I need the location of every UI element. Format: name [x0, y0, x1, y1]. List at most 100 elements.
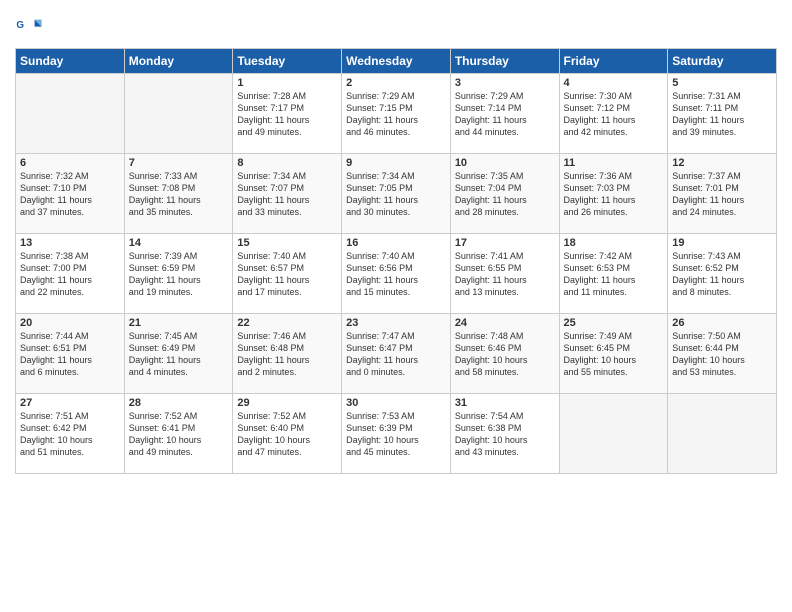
day-number: 5	[672, 77, 772, 89]
calendar-cell	[668, 394, 777, 474]
calendar-cell: 31Sunrise: 7:54 AM Sunset: 6:38 PM Dayli…	[450, 394, 559, 474]
calendar-cell: 9Sunrise: 7:34 AM Sunset: 7:05 PM Daylig…	[342, 154, 451, 234]
day-info: Sunrise: 7:39 AM Sunset: 6:59 PM Dayligh…	[129, 250, 229, 299]
calendar-cell: 1Sunrise: 7:28 AM Sunset: 7:17 PM Daylig…	[233, 74, 342, 154]
calendar-cell: 27Sunrise: 7:51 AM Sunset: 6:42 PM Dayli…	[16, 394, 125, 474]
day-info: Sunrise: 7:29 AM Sunset: 7:15 PM Dayligh…	[346, 90, 446, 139]
day-number: 31	[455, 397, 555, 409]
day-number: 10	[455, 157, 555, 169]
calendar-cell: 26Sunrise: 7:50 AM Sunset: 6:44 PM Dayli…	[668, 314, 777, 394]
day-info: Sunrise: 7:53 AM Sunset: 6:39 PM Dayligh…	[346, 410, 446, 459]
day-number: 8	[237, 157, 337, 169]
calendar-cell: 6Sunrise: 7:32 AM Sunset: 7:10 PM Daylig…	[16, 154, 125, 234]
day-info: Sunrise: 7:45 AM Sunset: 6:49 PM Dayligh…	[129, 330, 229, 379]
day-number: 1	[237, 77, 337, 89]
calendar-cell: 25Sunrise: 7:49 AM Sunset: 6:45 PM Dayli…	[559, 314, 668, 394]
day-info: Sunrise: 7:30 AM Sunset: 7:12 PM Dayligh…	[564, 90, 664, 139]
logo: G	[15, 14, 45, 42]
day-number: 27	[20, 397, 120, 409]
day-info: Sunrise: 7:44 AM Sunset: 6:51 PM Dayligh…	[20, 330, 120, 379]
calendar-cell: 29Sunrise: 7:52 AM Sunset: 6:40 PM Dayli…	[233, 394, 342, 474]
day-info: Sunrise: 7:36 AM Sunset: 7:03 PM Dayligh…	[564, 170, 664, 219]
day-header-monday: Monday	[124, 49, 233, 74]
day-number: 25	[564, 317, 664, 329]
calendar-cell: 24Sunrise: 7:48 AM Sunset: 6:46 PM Dayli…	[450, 314, 559, 394]
calendar-cell: 12Sunrise: 7:37 AM Sunset: 7:01 PM Dayli…	[668, 154, 777, 234]
day-number: 19	[672, 237, 772, 249]
calendar-cell: 20Sunrise: 7:44 AM Sunset: 6:51 PM Dayli…	[16, 314, 125, 394]
day-info: Sunrise: 7:51 AM Sunset: 6:42 PM Dayligh…	[20, 410, 120, 459]
day-info: Sunrise: 7:43 AM Sunset: 6:52 PM Dayligh…	[672, 250, 772, 299]
day-info: Sunrise: 7:47 AM Sunset: 6:47 PM Dayligh…	[346, 330, 446, 379]
day-header-tuesday: Tuesday	[233, 49, 342, 74]
day-number: 28	[129, 397, 229, 409]
day-number: 11	[564, 157, 664, 169]
day-number: 7	[129, 157, 229, 169]
day-info: Sunrise: 7:28 AM Sunset: 7:17 PM Dayligh…	[237, 90, 337, 139]
calendar-container: G SundayMondayTuesdayWednesdayThursdayFr…	[0, 0, 792, 484]
day-header-friday: Friday	[559, 49, 668, 74]
day-number: 3	[455, 77, 555, 89]
calendar-cell: 2Sunrise: 7:29 AM Sunset: 7:15 PM Daylig…	[342, 74, 451, 154]
day-info: Sunrise: 7:32 AM Sunset: 7:10 PM Dayligh…	[20, 170, 120, 219]
day-info: Sunrise: 7:49 AM Sunset: 6:45 PM Dayligh…	[564, 330, 664, 379]
logo-icon: G	[15, 14, 43, 42]
day-info: Sunrise: 7:31 AM Sunset: 7:11 PM Dayligh…	[672, 90, 772, 139]
header-row-days: SundayMondayTuesdayWednesdayThursdayFrid…	[16, 49, 777, 74]
day-info: Sunrise: 7:37 AM Sunset: 7:01 PM Dayligh…	[672, 170, 772, 219]
day-number: 12	[672, 157, 772, 169]
calendar-cell: 18Sunrise: 7:42 AM Sunset: 6:53 PM Dayli…	[559, 234, 668, 314]
day-info: Sunrise: 7:46 AM Sunset: 6:48 PM Dayligh…	[237, 330, 337, 379]
header-row: G	[15, 10, 777, 42]
day-number: 13	[20, 237, 120, 249]
calendar-cell: 21Sunrise: 7:45 AM Sunset: 6:49 PM Dayli…	[124, 314, 233, 394]
week-row-3: 13Sunrise: 7:38 AM Sunset: 7:00 PM Dayli…	[16, 234, 777, 314]
day-info: Sunrise: 7:40 AM Sunset: 6:56 PM Dayligh…	[346, 250, 446, 299]
calendar-cell: 22Sunrise: 7:46 AM Sunset: 6:48 PM Dayli…	[233, 314, 342, 394]
day-number: 6	[20, 157, 120, 169]
day-info: Sunrise: 7:40 AM Sunset: 6:57 PM Dayligh…	[237, 250, 337, 299]
calendar-cell: 16Sunrise: 7:40 AM Sunset: 6:56 PM Dayli…	[342, 234, 451, 314]
day-number: 2	[346, 77, 446, 89]
calendar-cell: 30Sunrise: 7:53 AM Sunset: 6:39 PM Dayli…	[342, 394, 451, 474]
day-info: Sunrise: 7:34 AM Sunset: 7:07 PM Dayligh…	[237, 170, 337, 219]
calendar-cell	[16, 74, 125, 154]
svg-text:G: G	[16, 20, 24, 31]
calendar-cell	[124, 74, 233, 154]
day-info: Sunrise: 7:52 AM Sunset: 6:41 PM Dayligh…	[129, 410, 229, 459]
day-number: 15	[237, 237, 337, 249]
day-info: Sunrise: 7:42 AM Sunset: 6:53 PM Dayligh…	[564, 250, 664, 299]
day-info: Sunrise: 7:38 AM Sunset: 7:00 PM Dayligh…	[20, 250, 120, 299]
day-info: Sunrise: 7:34 AM Sunset: 7:05 PM Dayligh…	[346, 170, 446, 219]
day-number: 17	[455, 237, 555, 249]
calendar-cell: 8Sunrise: 7:34 AM Sunset: 7:07 PM Daylig…	[233, 154, 342, 234]
week-row-1: 1Sunrise: 7:28 AM Sunset: 7:17 PM Daylig…	[16, 74, 777, 154]
day-number: 23	[346, 317, 446, 329]
calendar-cell: 15Sunrise: 7:40 AM Sunset: 6:57 PM Dayli…	[233, 234, 342, 314]
day-number: 30	[346, 397, 446, 409]
day-info: Sunrise: 7:52 AM Sunset: 6:40 PM Dayligh…	[237, 410, 337, 459]
day-number: 14	[129, 237, 229, 249]
day-info: Sunrise: 7:54 AM Sunset: 6:38 PM Dayligh…	[455, 410, 555, 459]
day-header-wednesday: Wednesday	[342, 49, 451, 74]
day-info: Sunrise: 7:50 AM Sunset: 6:44 PM Dayligh…	[672, 330, 772, 379]
calendar-cell: 3Sunrise: 7:29 AM Sunset: 7:14 PM Daylig…	[450, 74, 559, 154]
calendar-cell: 14Sunrise: 7:39 AM Sunset: 6:59 PM Dayli…	[124, 234, 233, 314]
calendar-cell: 7Sunrise: 7:33 AM Sunset: 7:08 PM Daylig…	[124, 154, 233, 234]
day-header-thursday: Thursday	[450, 49, 559, 74]
calendar-cell	[559, 394, 668, 474]
day-number: 29	[237, 397, 337, 409]
day-number: 21	[129, 317, 229, 329]
calendar-cell: 28Sunrise: 7:52 AM Sunset: 6:41 PM Dayli…	[124, 394, 233, 474]
calendar-cell: 10Sunrise: 7:35 AM Sunset: 7:04 PM Dayli…	[450, 154, 559, 234]
day-number: 4	[564, 77, 664, 89]
calendar-cell: 17Sunrise: 7:41 AM Sunset: 6:55 PM Dayli…	[450, 234, 559, 314]
day-number: 26	[672, 317, 772, 329]
day-info: Sunrise: 7:48 AM Sunset: 6:46 PM Dayligh…	[455, 330, 555, 379]
day-number: 24	[455, 317, 555, 329]
day-info: Sunrise: 7:35 AM Sunset: 7:04 PM Dayligh…	[455, 170, 555, 219]
calendar-cell: 23Sunrise: 7:47 AM Sunset: 6:47 PM Dayli…	[342, 314, 451, 394]
calendar-table: SundayMondayTuesdayWednesdayThursdayFrid…	[15, 48, 777, 474]
day-info: Sunrise: 7:41 AM Sunset: 6:55 PM Dayligh…	[455, 250, 555, 299]
day-number: 22	[237, 317, 337, 329]
